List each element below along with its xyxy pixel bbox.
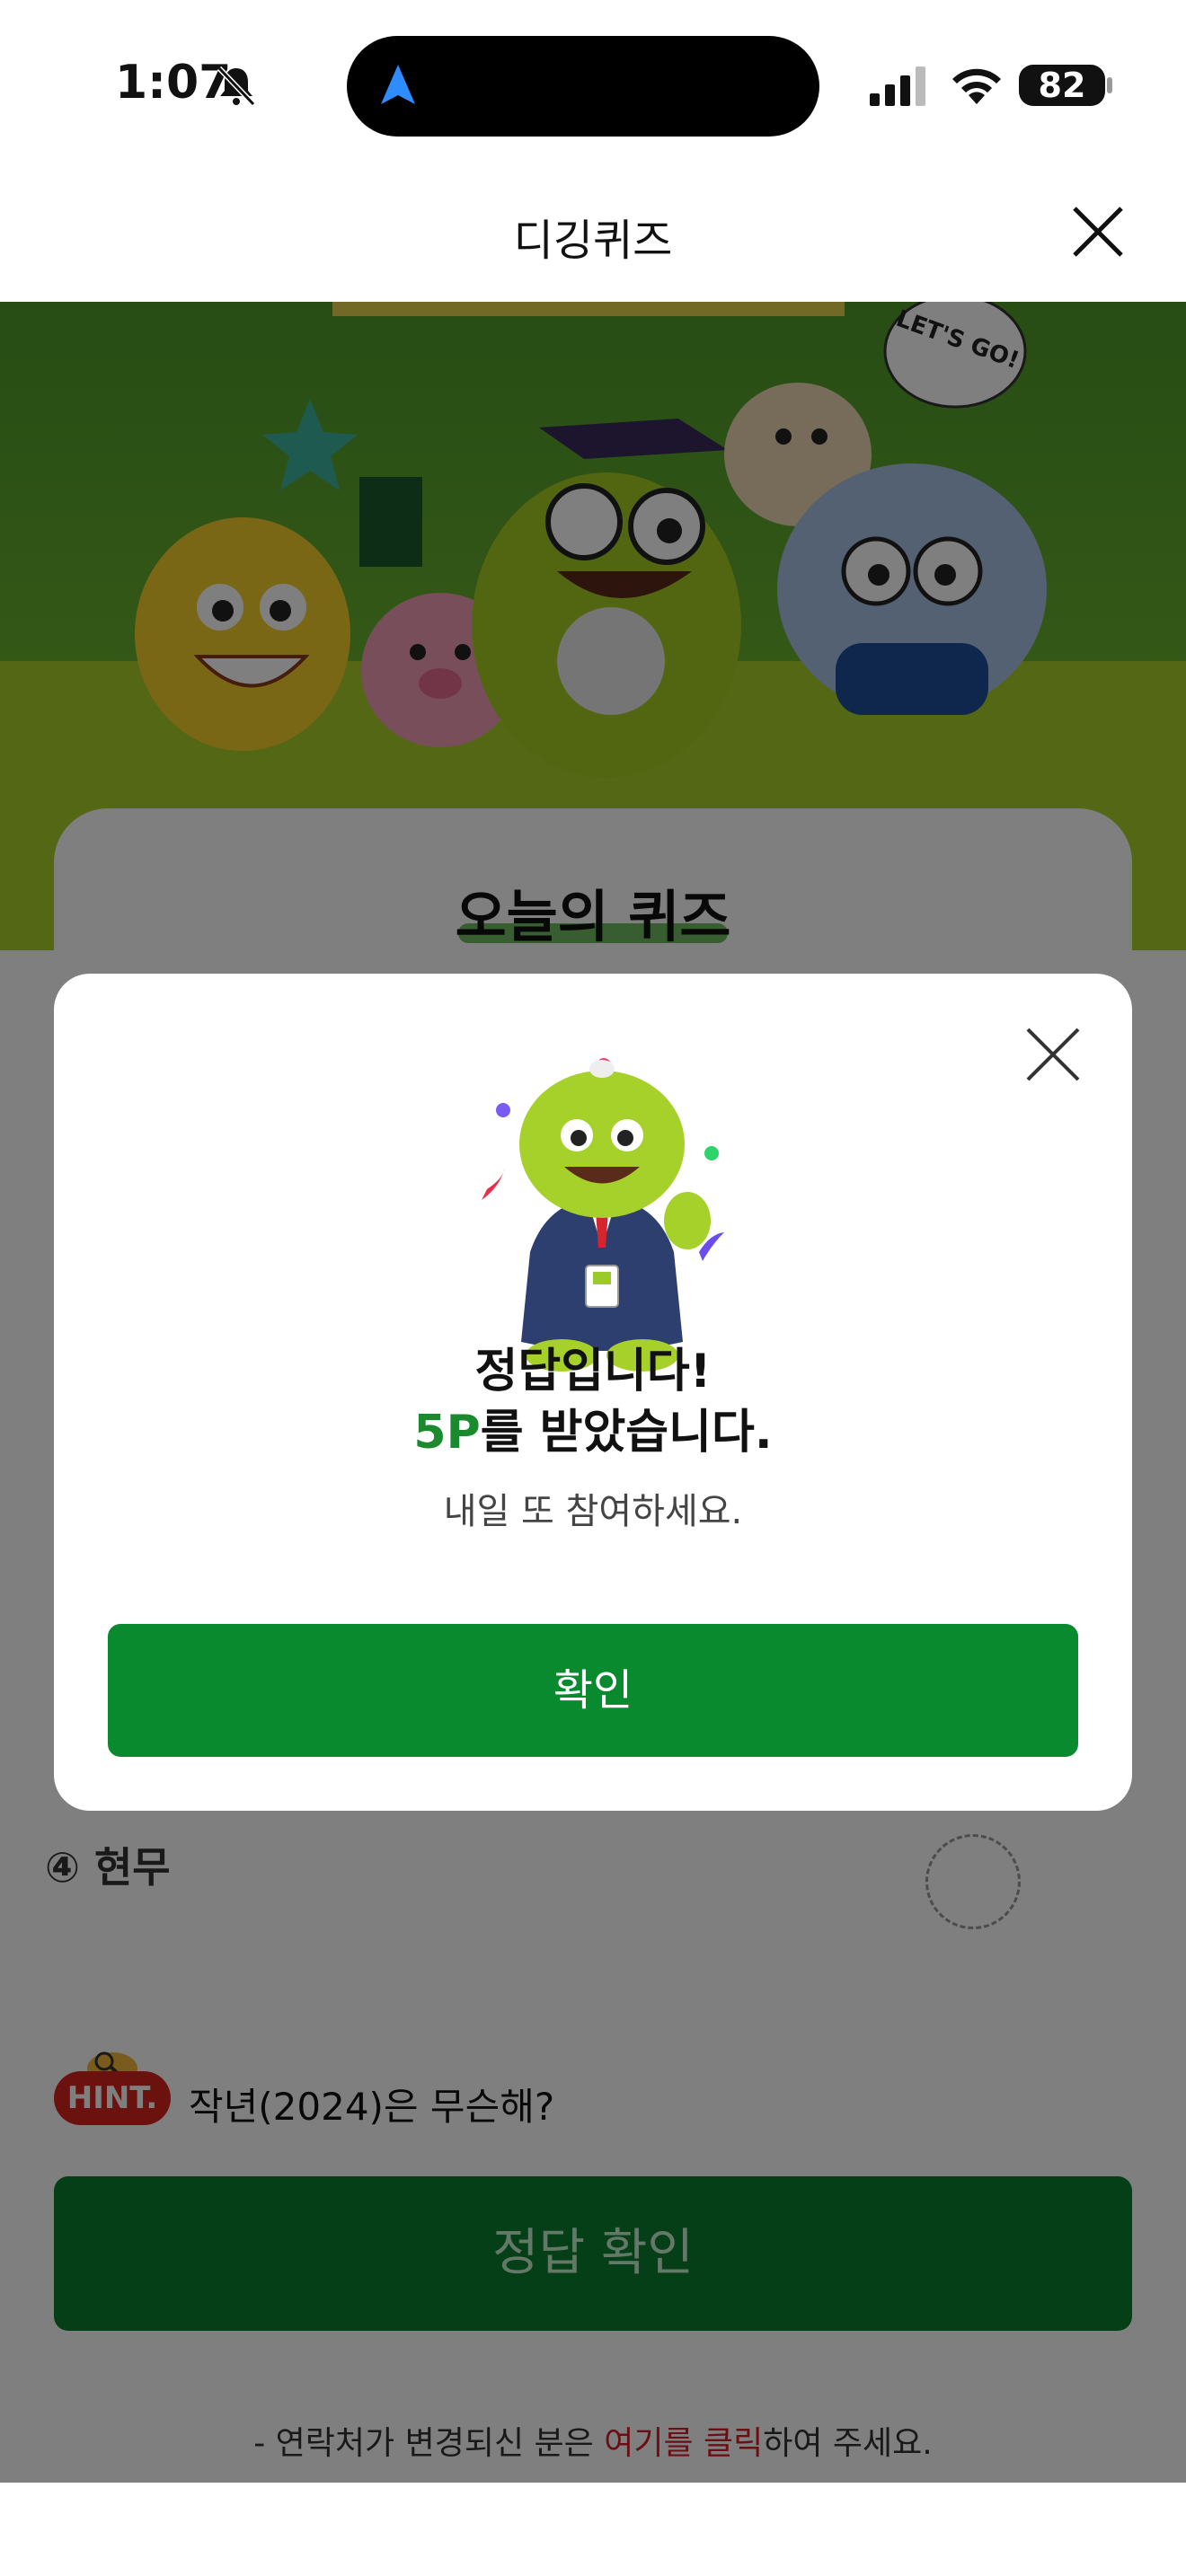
navigation-arrow-icon [381, 65, 415, 104]
reward-points: 5P [413, 1406, 481, 1460]
bell-off-icon [217, 66, 256, 107]
modal-subtitle: 내일 또 참여하세요. [443, 1491, 743, 1532]
modal-reward: 5P를 받았습니다. [54, 1394, 1132, 1461]
wifi-icon [952, 68, 1001, 104]
app-header: 디깅퀴즈 [0, 171, 1186, 304]
battery-cap [1107, 77, 1112, 93]
close-icon[interactable] [1069, 203, 1127, 260]
battery-icon: 82 [1019, 65, 1105, 106]
cellular-signal-icon [870, 66, 925, 106]
result-modal: 정답입니다! 5P를 받았습니다. 내일 또 참여하세요. 확인 [54, 974, 1132, 1811]
reward-suffix: 를 받았습니다. [480, 1406, 773, 1460]
bottom-safe-area [0, 2483, 1186, 2576]
modal-title: 정답입니다! [474, 1345, 712, 1398]
close-icon[interactable] [1021, 1022, 1085, 1087]
page-title: 디깅퀴즈 [513, 216, 673, 266]
status-bar: 1:07 82 [0, 0, 1186, 171]
confirm-button[interactable]: 확인 [108, 1624, 1078, 1757]
mascot-thumbs-up-icon [482, 1058, 724, 1372]
